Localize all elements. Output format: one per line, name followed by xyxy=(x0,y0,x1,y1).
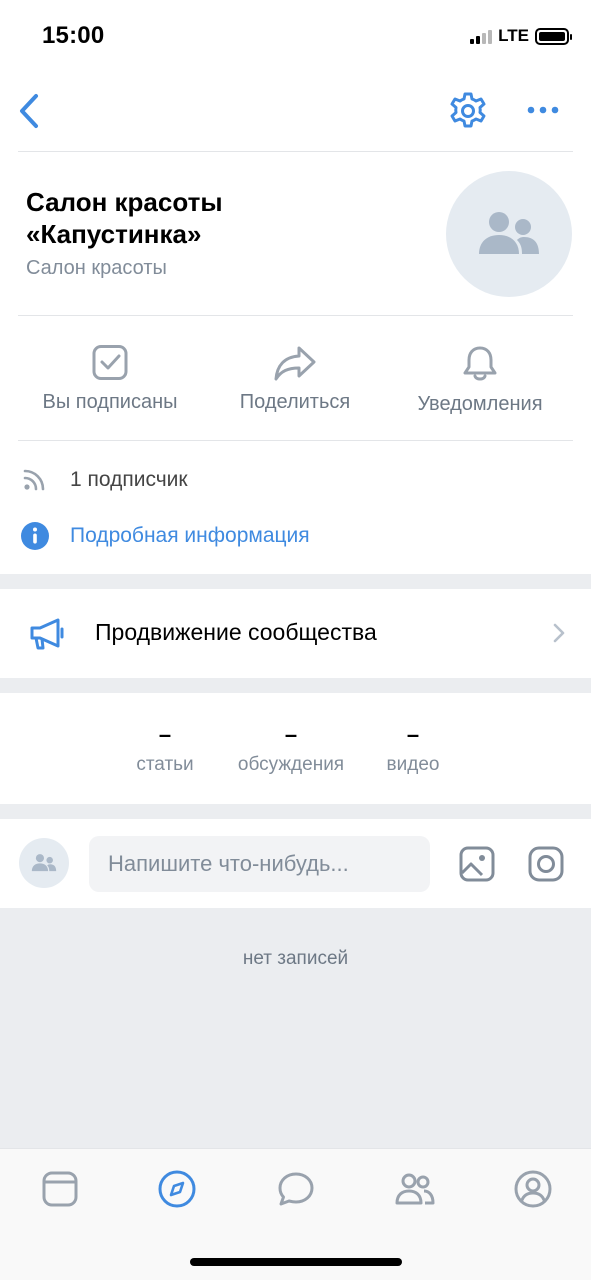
subscribed-button[interactable]: Вы подписаны xyxy=(20,345,200,414)
gear-icon xyxy=(450,92,486,128)
community-name: Салон красоты «Капустинка» xyxy=(26,187,223,249)
rss-icon xyxy=(23,469,45,491)
friends-icon xyxy=(395,1173,435,1205)
tab-discover[interactable] xyxy=(157,1169,197,1209)
header-divider xyxy=(18,151,573,152)
composer-avatar xyxy=(19,838,69,888)
promotion-row[interactable]: Продвижение сообщества xyxy=(0,589,591,677)
section-separator xyxy=(0,804,591,819)
details-link[interactable]: Подробная информация xyxy=(70,524,310,548)
battery-icon xyxy=(535,27,572,45)
empty-feed-text: нет записей xyxy=(242,948,349,969)
promotion-label: Продвижение сообщества xyxy=(95,619,377,645)
camera-icon xyxy=(528,846,564,882)
profile-icon xyxy=(514,1170,552,1208)
share-button[interactable]: Поделиться xyxy=(205,345,385,414)
subscribers-row[interactable]: 1 подписчик xyxy=(20,466,188,494)
counter-value: – xyxy=(158,722,172,747)
info-icon xyxy=(21,522,49,550)
counter-label: статьи xyxy=(136,754,194,775)
notifications-label: Уведомления xyxy=(417,393,543,415)
details-row[interactable]: Подробная информация xyxy=(20,521,310,551)
tab-messages[interactable] xyxy=(276,1169,316,1209)
attach-photo-button[interactable] xyxy=(458,845,496,883)
status-time: 15:00 xyxy=(42,22,105,49)
messages-icon xyxy=(278,1172,314,1206)
counter-label: видео xyxy=(386,754,440,775)
tab-profile[interactable] xyxy=(513,1169,553,1209)
news-icon xyxy=(42,1171,78,1207)
subscribed-label: Вы подписаны xyxy=(42,391,178,413)
camera-button[interactable] xyxy=(527,845,565,883)
back-button[interactable] xyxy=(14,92,48,130)
counter-discussions[interactable]: – обсуждения xyxy=(226,720,356,776)
chevron-right-icon xyxy=(553,623,565,643)
counter-value: – xyxy=(406,722,420,747)
image-icon xyxy=(459,846,495,882)
status-indicators: LTE xyxy=(470,26,572,46)
more-button[interactable] xyxy=(526,100,560,120)
home-indicator[interactable] xyxy=(190,1258,402,1266)
info-divider xyxy=(18,315,573,316)
users-icon xyxy=(479,212,539,254)
megaphone-icon xyxy=(30,618,64,650)
signal-icon xyxy=(470,28,493,44)
chevron-left-icon xyxy=(20,94,38,128)
users-icon xyxy=(31,854,57,872)
more-horizontal-icon xyxy=(527,106,559,114)
tab-news[interactable] xyxy=(40,1169,80,1209)
counter-articles[interactable]: – статьи xyxy=(100,720,230,776)
section-separator xyxy=(0,574,591,589)
bell-icon xyxy=(463,346,497,381)
notifications-button[interactable]: Уведомления xyxy=(390,345,570,416)
feed-empty-state: нет записей xyxy=(0,908,591,1148)
settings-button[interactable] xyxy=(448,91,488,131)
counter-video[interactable]: – видео xyxy=(348,720,478,776)
share-label: Поделиться xyxy=(239,391,351,413)
section-separator xyxy=(0,678,591,693)
subscribers-count: 1 подписчик xyxy=(70,468,188,491)
checkbox-checked-icon xyxy=(92,345,128,380)
counter-label: обсуждения xyxy=(237,754,345,775)
tab-friends[interactable] xyxy=(395,1169,435,1209)
counter-value: – xyxy=(284,722,298,747)
community-avatar[interactable] xyxy=(446,171,572,297)
network-type: LTE xyxy=(498,26,529,45)
community-category: Салон красоты xyxy=(26,257,167,279)
discover-icon xyxy=(158,1170,196,1208)
share-arrow-icon xyxy=(274,346,316,381)
actions-divider xyxy=(18,440,573,441)
post-input[interactable]: Напишите что-нибудь... xyxy=(89,836,430,892)
